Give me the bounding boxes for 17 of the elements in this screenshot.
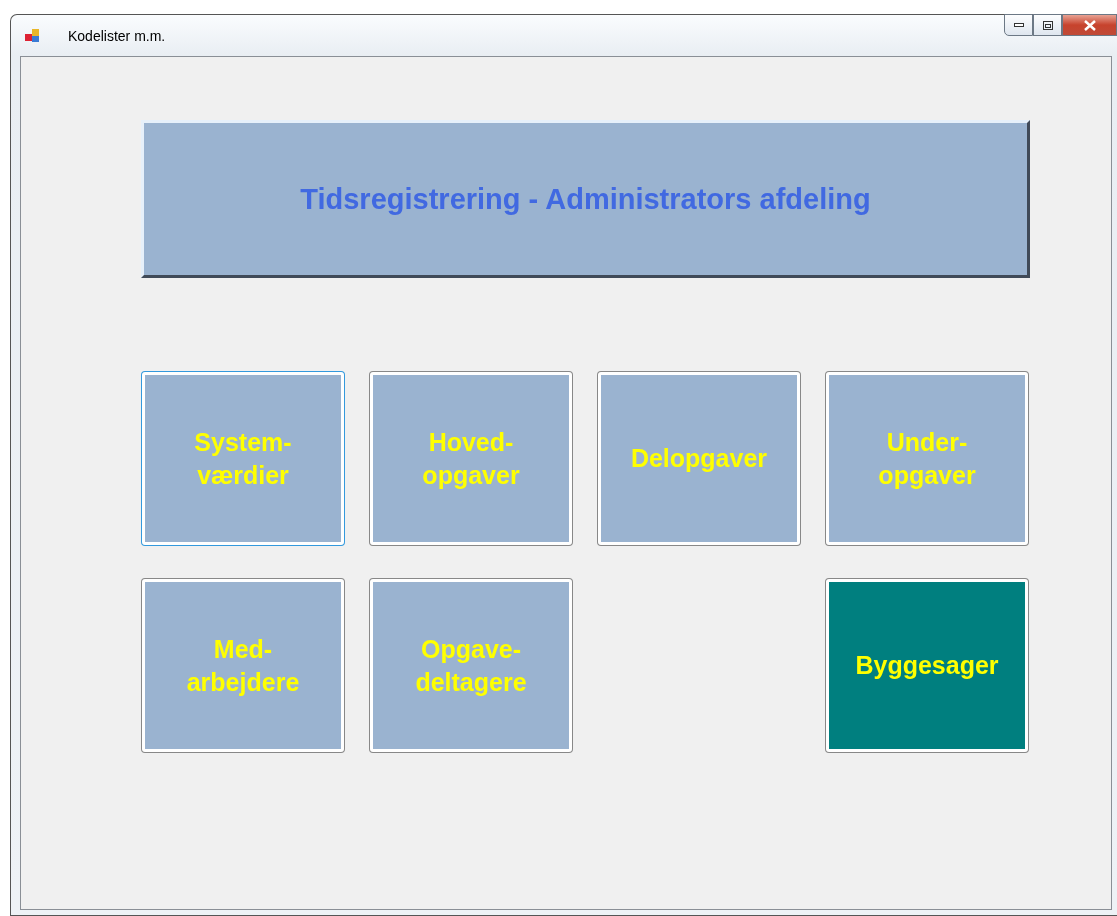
window-title: Kodelister m.m.: [68, 28, 167, 44]
banner-button[interactable]: Tidsregistrering - Administrators afdeling: [141, 120, 1030, 278]
menu-tile-button[interactable]: System- værdier: [142, 372, 344, 545]
maximize-button[interactable]: [1033, 14, 1062, 36]
banner-title: Tidsregistrering - Administrators afdeling: [300, 182, 871, 216]
menu-tile-button[interactable]: Byggesager: [826, 579, 1028, 752]
menu-tile-button[interactable]: Under- opgaver: [826, 372, 1028, 545]
minimize-icon: [1013, 23, 1024, 27]
close-icon: [1083, 19, 1096, 31]
minimize-button[interactable]: [1004, 14, 1033, 36]
maximize-icon: [1042, 20, 1053, 30]
menu-tile-button[interactable]: Hoved- opgaver: [370, 372, 572, 545]
menu-tile-button[interactable]: Med- arbejdere: [142, 579, 344, 752]
close-button[interactable]: [1062, 14, 1117, 36]
app-icon: [24, 27, 41, 44]
menu-tile-button[interactable]: Delopgaver: [598, 372, 800, 545]
menu-tile-button[interactable]: Opgave- deltagere: [370, 579, 572, 752]
